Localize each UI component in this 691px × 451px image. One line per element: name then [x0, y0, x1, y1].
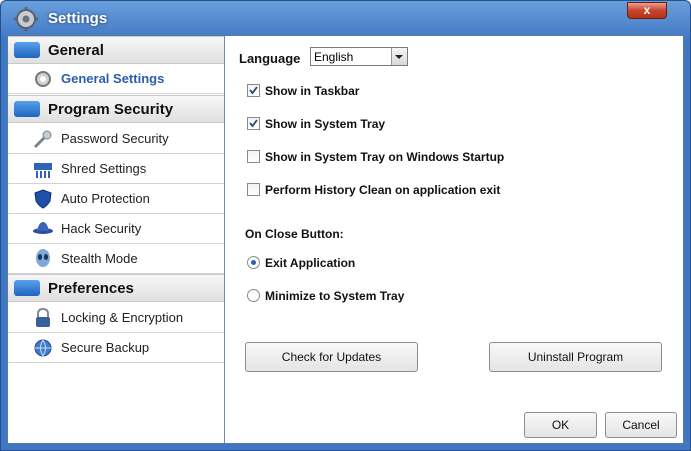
sidebar-item-label: Locking & Encryption: [61, 310, 184, 325]
client-area: General General Settings Program Securit…: [7, 35, 684, 444]
gear-icon: [14, 42, 40, 58]
show-system-tray-label: Show in System Tray: [265, 117, 386, 131]
uninstall-button[interactable]: Uninstall Program: [489, 342, 662, 372]
show-taskbar-checkbox[interactable]: [247, 84, 260, 97]
category-label: General: [48, 42, 104, 59]
language-select[interactable]: English: [310, 47, 408, 66]
category-label: Preferences: [48, 280, 134, 297]
settings-window: Settings x General General Settings Prog…: [0, 0, 691, 451]
check-icon: [249, 119, 258, 128]
title-bar[interactable]: Settings x: [1, 1, 690, 35]
sidebar-item-password-security[interactable]: Password Security: [8, 124, 224, 154]
sidebar-item-label: General Settings: [61, 71, 165, 86]
window-title: Settings: [48, 10, 108, 27]
sidebar-item-label: Secure Backup: [61, 340, 150, 355]
settings-panel: Language English Show in Taskbar Show in…: [225, 36, 683, 443]
sidebar-item-locking-encryption[interactable]: Locking & Encryption: [8, 303, 224, 333]
sidebar-item-secure-backup[interactable]: Secure Backup: [8, 333, 224, 363]
history-clean-label: Perform History Clean on application exi…: [265, 183, 501, 197]
close-icon: x: [643, 3, 651, 17]
sidebar-item-stealth-mode[interactable]: Stealth Mode: [8, 244, 224, 274]
shield-icon: [34, 189, 52, 209]
sidebar-item-label: Shred Settings: [61, 161, 147, 176]
show-taskbar-label: Show in Taskbar: [265, 84, 360, 98]
history-clean-checkbox[interactable]: [247, 183, 260, 196]
show-tray-startup-checkbox[interactable]: [247, 150, 260, 163]
key-icon: [33, 130, 52, 149]
sidebar-item-label: Hack Security: [61, 221, 142, 236]
shredder-icon: [34, 163, 52, 178]
on-close-label: On Close Button:: [245, 227, 344, 241]
sidebar-item-label: Auto Protection: [61, 191, 150, 206]
ok-button[interactable]: OK: [524, 412, 597, 438]
sidebar-item-shred-settings[interactable]: Shred Settings: [8, 154, 224, 184]
show-tray-startup-label: Show in System Tray on Windows Startup: [265, 150, 505, 164]
show-system-tray-checkbox[interactable]: [247, 117, 260, 130]
check-icon: [249, 86, 258, 95]
sidebar-item-hack-security[interactable]: Hack Security: [8, 214, 224, 244]
minimize-tray-label: Minimize to System Tray: [265, 289, 405, 303]
exit-application-label: Exit Application: [265, 256, 356, 270]
exit-application-radio[interactable]: [247, 256, 260, 269]
sidebar-item-label: Password Security: [61, 131, 169, 146]
category-general[interactable]: General: [8, 36, 224, 64]
spy-hat-icon: [33, 222, 53, 234]
padlock-icon: [36, 308, 50, 327]
chevron-down-icon[interactable]: [391, 48, 407, 65]
language-value: English: [314, 50, 354, 64]
sidebar: General General Settings Program Securit…: [8, 36, 225, 443]
gear-icon: [14, 7, 38, 31]
sidebar-item-label: Stealth Mode: [61, 251, 138, 266]
language-label: Language: [239, 51, 301, 66]
minimize-tray-radio[interactable]: [247, 289, 260, 302]
category-label: Program Security: [48, 101, 174, 118]
sidebar-item-general-settings[interactable]: General Settings: [8, 64, 224, 94]
category-program-security[interactable]: Program Security: [8, 95, 224, 123]
tools-icon: [14, 280, 40, 296]
gear-icon: [35, 71, 51, 87]
sidebar-item-auto-protection[interactable]: Auto Protection: [8, 184, 224, 214]
check-updates-button[interactable]: Check for Updates: [245, 342, 418, 372]
category-preferences[interactable]: Preferences: [8, 274, 224, 302]
cancel-button[interactable]: Cancel: [605, 412, 677, 438]
radio-dot: [251, 260, 256, 265]
folder-lock-icon: [14, 101, 40, 117]
close-button[interactable]: x: [627, 2, 667, 19]
alien-icon: [36, 249, 50, 267]
globe-icon: [34, 339, 52, 357]
